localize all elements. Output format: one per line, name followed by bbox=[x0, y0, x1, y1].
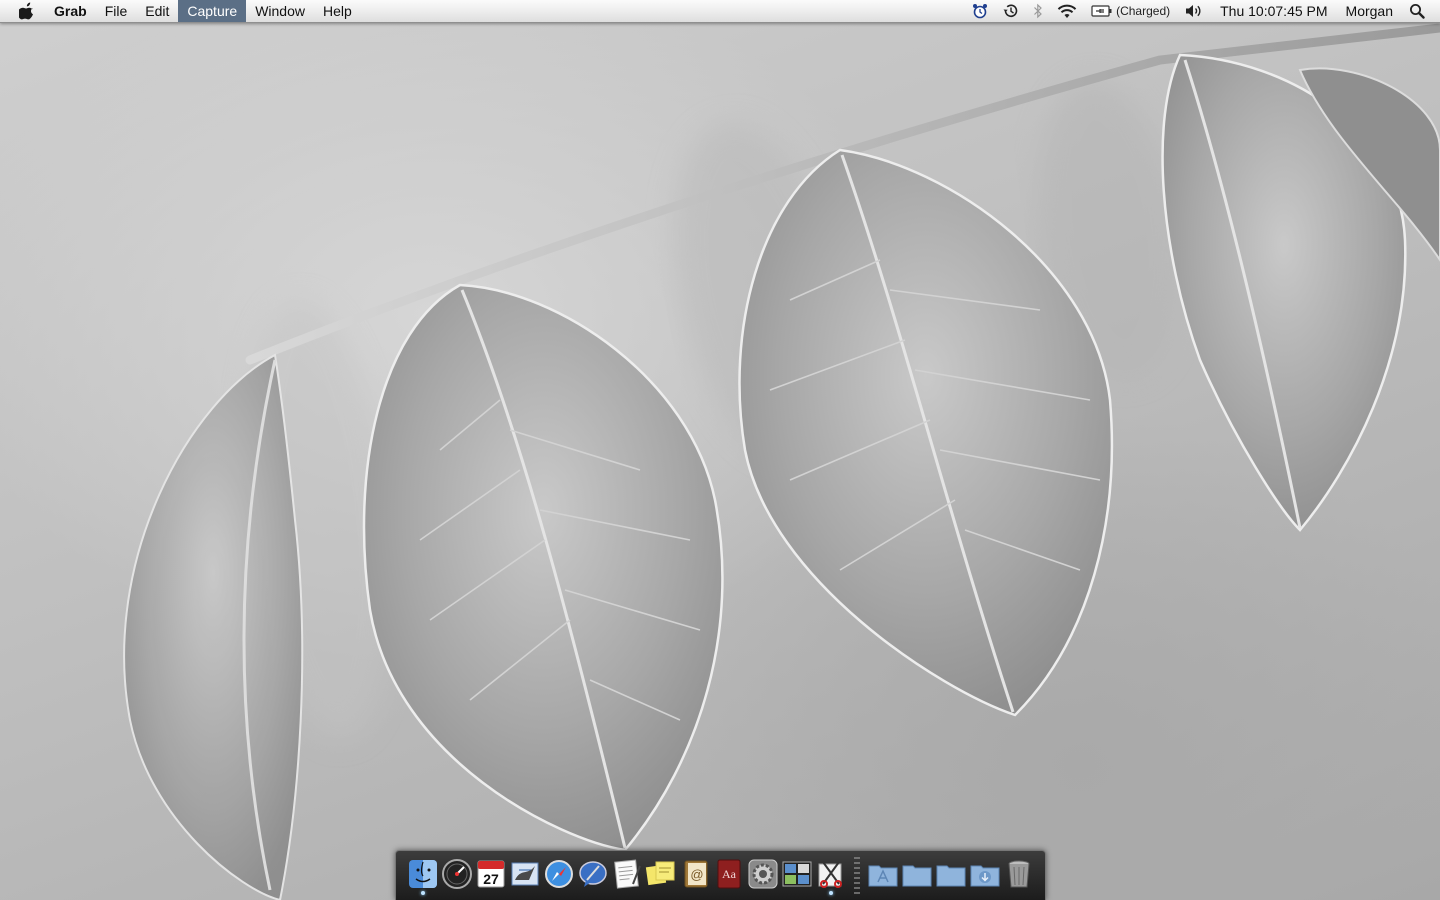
volume-icon bbox=[1186, 5, 1201, 17]
dock-folder-stack[interactable] bbox=[934, 856, 968, 896]
svg-text:@: @ bbox=[690, 867, 703, 882]
mail-icon bbox=[511, 862, 539, 885]
spotlight-search-icon bbox=[1410, 4, 1425, 19]
apple-menu[interactable] bbox=[0, 0, 54, 22]
menu-window[interactable]: Window bbox=[246, 0, 314, 22]
finder-icon bbox=[409, 859, 437, 888]
dock-textedit[interactable] bbox=[610, 856, 644, 896]
menu-file[interactable]: File bbox=[96, 0, 137, 22]
stickies-icon bbox=[645, 861, 675, 885]
dictionary-icon: Aa bbox=[717, 859, 741, 888]
ical-date-text: 27 bbox=[483, 871, 499, 887]
dock: 27 @ Aa bbox=[395, 850, 1046, 900]
bluetooth-status[interactable] bbox=[1026, 0, 1050, 22]
grab-running-indicator bbox=[829, 890, 833, 895]
textedit-icon bbox=[614, 858, 641, 889]
dictionary-glyph: Aa bbox=[722, 867, 737, 881]
documents-folder-icon bbox=[902, 865, 932, 886]
dock-dictionary[interactable]: Aa bbox=[712, 856, 746, 896]
dock-mail[interactable] bbox=[508, 856, 542, 896]
dock-separator[interactable] bbox=[854, 856, 860, 895]
dock-grab[interactable] bbox=[814, 856, 848, 896]
address-book-icon: @ bbox=[684, 860, 708, 887]
apple-logo-icon bbox=[19, 2, 33, 20]
bluetooth-icon bbox=[1034, 3, 1042, 19]
system-preferences-icon bbox=[748, 859, 778, 888]
trash-icon bbox=[1008, 860, 1030, 887]
leaf-left bbox=[123, 353, 304, 900]
dock-dashboard[interactable] bbox=[440, 856, 474, 896]
wifi-status[interactable] bbox=[1050, 0, 1084, 22]
spotlight-button[interactable] bbox=[1402, 0, 1432, 22]
grab-icon bbox=[818, 860, 842, 888]
battery-icon bbox=[1091, 5, 1112, 17]
leaf-wallpaper bbox=[123, 23, 1440, 900]
applications-folder-icon bbox=[868, 865, 898, 886]
spaces-icon bbox=[782, 861, 812, 886]
stack-folder-icon bbox=[936, 865, 966, 886]
menu-bar: Grab File Edit Capture Window Help (Char… bbox=[0, 0, 1440, 23]
ichat-icon bbox=[579, 860, 607, 887]
dock-ichat[interactable] bbox=[576, 856, 610, 896]
desktop-wallpaper bbox=[0, 0, 1440, 900]
dock-applications-stack[interactable] bbox=[866, 856, 900, 896]
ical-icon: 27 bbox=[477, 860, 505, 887]
dock-documents-stack[interactable] bbox=[900, 856, 934, 896]
battery-status[interactable]: (Charged) bbox=[1084, 0, 1177, 22]
leaf-center-left bbox=[362, 283, 724, 852]
dock-downloads-stack[interactable] bbox=[968, 856, 1002, 896]
dock-address-book[interactable]: @ bbox=[678, 856, 712, 896]
finder-running-indicator bbox=[421, 890, 425, 895]
safari-icon bbox=[545, 859, 573, 888]
menu-capture[interactable]: Capture bbox=[178, 0, 247, 22]
wifi-icon bbox=[1057, 4, 1077, 18]
app-menu-grab[interactable]: Grab bbox=[54, 0, 96, 22]
leaf-right bbox=[1161, 53, 1440, 532]
dock-system-preferences[interactable] bbox=[746, 856, 780, 896]
time-machine-status[interactable] bbox=[995, 0, 1026, 22]
dock-spaces[interactable] bbox=[780, 856, 814, 896]
dock-ical[interactable]: 27 bbox=[474, 856, 508, 896]
dashboard-icon bbox=[442, 858, 472, 889]
dock-stickies[interactable] bbox=[644, 856, 678, 896]
menubar-clock[interactable]: Thu 10:07:45 PM bbox=[1211, 0, 1336, 22]
dock-finder[interactable] bbox=[406, 856, 440, 896]
fast-user-switch[interactable]: Morgan bbox=[1337, 0, 1402, 22]
time-machine-icon bbox=[1003, 4, 1018, 18]
alarm-clock-icon bbox=[973, 4, 988, 19]
menu-edit[interactable]: Edit bbox=[136, 0, 178, 22]
alarm-clock-status[interactable] bbox=[965, 0, 995, 22]
volume-status[interactable] bbox=[1177, 0, 1211, 22]
battery-status-text: (Charged) bbox=[1116, 4, 1171, 18]
downloads-folder-icon bbox=[970, 865, 1000, 886]
dock-safari[interactable] bbox=[542, 856, 576, 896]
dock-trash[interactable] bbox=[1002, 856, 1036, 896]
menu-help[interactable]: Help bbox=[314, 0, 361, 22]
